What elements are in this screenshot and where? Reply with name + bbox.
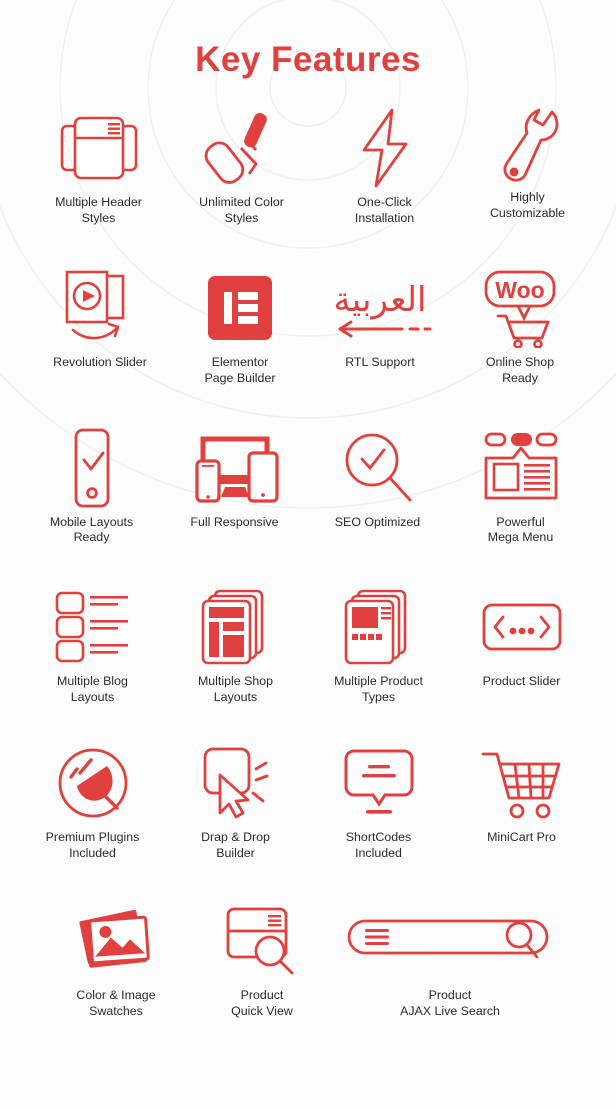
shopping-cart-icon (479, 740, 565, 826)
feature-label: Multiple Header Styles (55, 195, 142, 225)
product-slider-icon (479, 584, 565, 670)
feature-unlimited-color-styles[interactable]: Unlimited Color Styles (170, 105, 313, 227)
feature-label: Online Shop Ready (485, 354, 555, 385)
features-row: Revolution Slider Elementor Page Builder (0, 265, 616, 387)
feature-label: Multiple Product Types (334, 674, 423, 705)
feature-label: Mobile Layouts Ready (49, 514, 134, 545)
feature-drap-drop-builder[interactable]: Drap & Drop Builder (164, 740, 307, 862)
product-types-icon (341, 584, 417, 670)
feature-label: SEO Optimized (334, 514, 421, 529)
features-row: Multiple Header Styles Unlimited Color S… (0, 105, 616, 227)
feature-seo-optimized[interactable]: SEO Optimized (306, 425, 449, 531)
woocommerce-icon: Woo (474, 265, 566, 351)
feature-label: Product AJAX Live Search (400, 987, 500, 1018)
feature-label: Premium Plugins Included (45, 830, 140, 860)
image-swatches-icon (73, 898, 159, 984)
feature-label: Product Slider (482, 674, 561, 689)
revolution-slider-icon (55, 265, 145, 351)
feature-label: One-Click Installation (354, 195, 415, 225)
plug-circle-icon (55, 740, 131, 826)
wrench-icon (493, 105, 563, 191)
mega-menu-icon (478, 425, 564, 511)
responsive-devices-icon (189, 425, 281, 511)
rtl-arabic-icon: العربية (326, 265, 434, 351)
feature-label: Highly Customizable (489, 190, 566, 220)
elementor-icon (205, 265, 275, 351)
feature-shortcodes-included[interactable]: ShortCodes Included (307, 740, 450, 862)
feature-label: ShortCodes Included (345, 830, 412, 860)
feature-product-quick-view[interactable]: Product Quick View (189, 898, 335, 1020)
feature-product-ajax-live-search[interactable]: Product AJAX Live Search (335, 898, 565, 1020)
ajax-search-bar-icon (345, 898, 555, 984)
feature-label: Unlimited Color Styles (199, 195, 284, 225)
feature-multiple-blog-layouts[interactable]: Multiple Blog Layouts (21, 584, 164, 706)
feature-one-click-installation[interactable]: One-Click Installation (313, 105, 456, 227)
feature-label: Powerful Mega Menu (487, 514, 554, 545)
features-row: Color & Image Swatches Product Quick Vie… (0, 898, 616, 1020)
feature-label: Color & Image Swatches (76, 987, 156, 1018)
feature-color-image-swatches[interactable]: Color & Image Swatches (43, 898, 189, 1020)
feature-rtl-support[interactable]: العربية RTL Support (310, 265, 450, 371)
feature-premium-plugins-included[interactable]: Premium Plugins Included (21, 740, 164, 862)
features-row: Multiple Blog Layouts Multiple Shop Layo… (0, 584, 616, 706)
feature-label: Multiple Shop Layouts (197, 674, 274, 705)
feature-label: Full Responsive (190, 514, 279, 529)
feature-label: Drap & Drop Builder (201, 830, 270, 860)
feature-label: Elementor Page Builder (204, 354, 276, 385)
page-title: Key Features (195, 40, 421, 79)
feature-multiple-product-types[interactable]: Multiple Product Types (307, 584, 450, 706)
features-row: Mobile Layouts Ready Full Responsive SEO… (0, 425, 616, 547)
features-row: Premium Plugins Included Drap & Drop Bui (0, 740, 616, 862)
feature-label: Revolution Slider (53, 354, 147, 369)
shortcodes-bubble-icon (344, 740, 414, 826)
lightning-bolt-icon (350, 105, 420, 191)
drag-drop-cursor-icon (196, 740, 276, 826)
quick-view-icon (222, 898, 302, 984)
feature-label: Multiple Blog Layouts (57, 674, 128, 705)
blog-list-layout-icon (51, 584, 135, 670)
feature-elementor-page-builder[interactable]: Elementor Page Builder (170, 265, 310, 387)
feature-label: MiniCart Pro (487, 830, 556, 844)
rtl-arabic-glyph: العربية (334, 280, 427, 320)
feature-highly-customizable[interactable]: Highly Customizable (456, 105, 599, 222)
feature-multiple-shop-layouts[interactable]: Multiple Shop Layouts (164, 584, 307, 706)
feature-mobile-layouts-ready[interactable]: Mobile Layouts Ready (20, 425, 163, 547)
mobile-phone-check-icon (62, 425, 122, 511)
feature-online-shop-ready[interactable]: Woo Online Shop Ready (450, 265, 590, 387)
feature-minicart-pro[interactable]: MiniCart Pro (450, 740, 593, 846)
feature-revolution-slider[interactable]: Revolution Slider (30, 265, 170, 371)
feature-powerful-mega-menu[interactable]: Powerful Mega Menu (449, 425, 592, 547)
woo-text: Woo (495, 277, 544, 303)
key-features-page: Key Features Multiple Header Styles Unli… (0, 0, 616, 1110)
feature-label: RTL Support (345, 354, 415, 369)
feature-multiple-header-styles[interactable]: Multiple Header Styles (27, 105, 170, 227)
feature-full-responsive[interactable]: Full Responsive (163, 425, 306, 531)
shop-layout-pages-icon (198, 584, 274, 670)
features-grid: Multiple Header Styles Unlimited Color S… (0, 105, 616, 1020)
feature-label: Product Quick View (231, 987, 293, 1018)
multiple-header-styles-icon (56, 105, 142, 191)
seo-magnifier-check-icon (338, 425, 418, 511)
feature-product-slider[interactable]: Product Slider (450, 584, 593, 690)
paint-roller-icon (199, 105, 285, 191)
